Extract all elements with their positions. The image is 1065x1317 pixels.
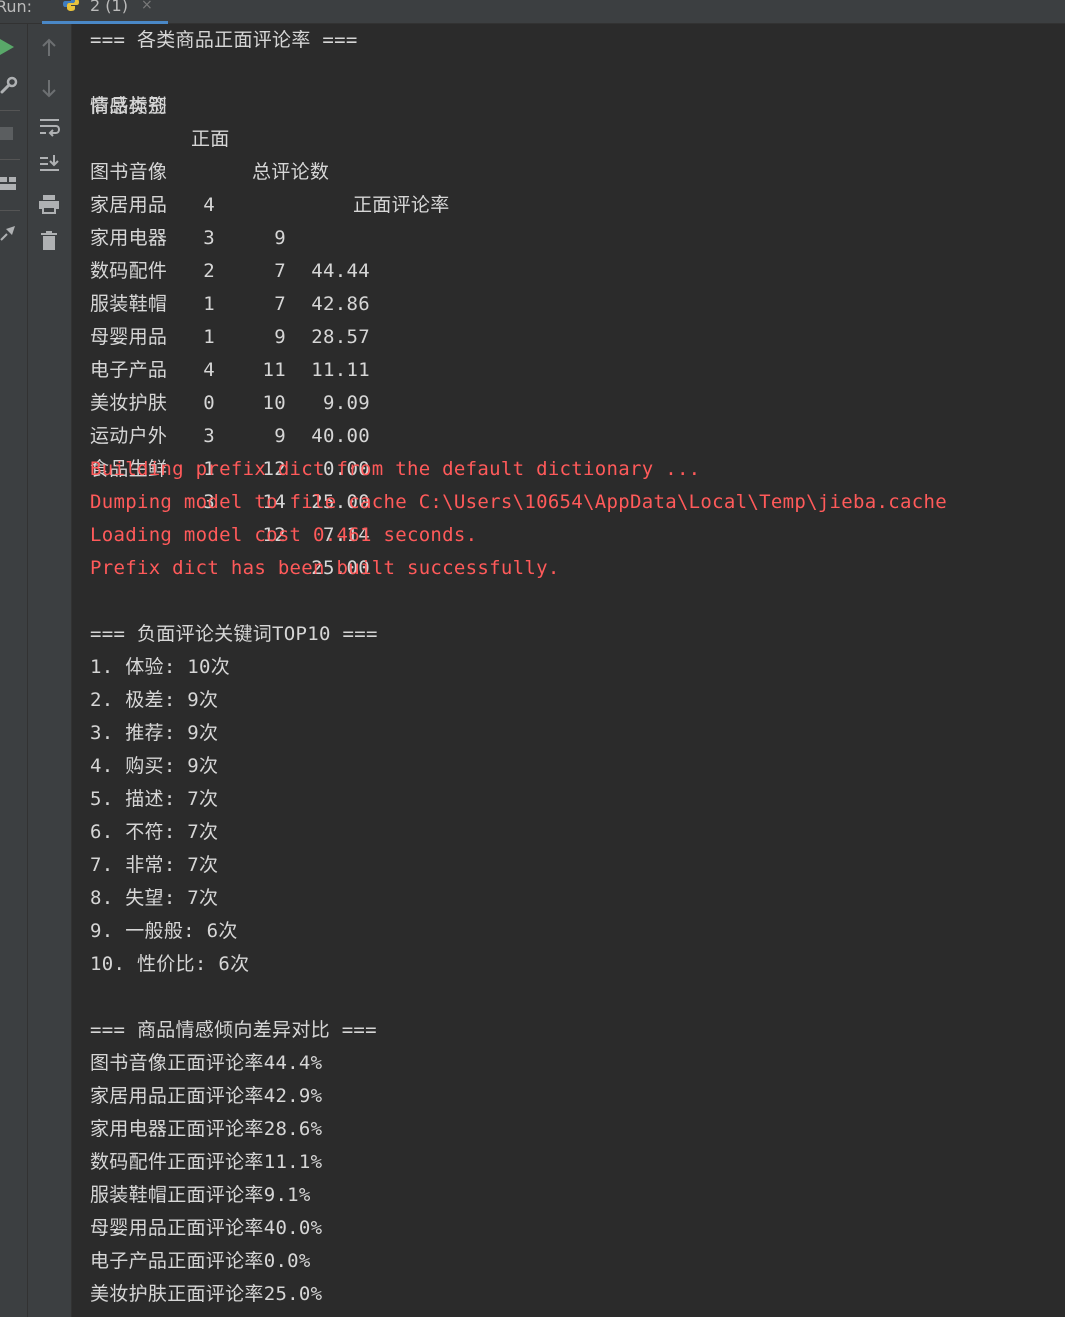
section-title: === 负面评论关键词TOP10 === [90,623,378,645]
list-item: 2. 极差: 9次 [90,689,219,711]
table-row: 电子产品 0 9 0.00 [90,321,490,480]
pin-icon[interactable] [0,223,18,241]
toolbar-separator [0,110,20,111]
print-icon[interactable] [38,194,60,214]
table-row: 食品生鲜 3 12 25.00 [90,420,490,579]
run-label: Run: [0,0,33,16]
console-output[interactable]: === 各类商品正面评论率 === 情感标签 正面 总评论数 正面评论率 商品类… [72,24,1065,1317]
list-item: 电子产品正面评论率0.0% [90,1250,311,1272]
python-icon [63,0,79,11]
list-item: 数码配件正面评论率11.1% [90,1151,323,1173]
toolbar-separator [0,210,20,211]
table-row: 服装鞋帽 1 11 9.09 [90,255,490,414]
list-item: 5. 描述: 7次 [90,788,219,810]
table-row: 家居用品 3 7 42.86 [90,156,490,315]
toolbar-separator [0,159,20,160]
list-item: 6. 不符: 7次 [90,821,219,843]
table-row: 家用电器 2 7 28.57 [90,189,490,348]
layout-icon[interactable] [0,176,16,192]
arrow-up-icon[interactable] [41,38,57,58]
close-icon[interactable]: × [141,0,153,13]
list-item: 8. 失望: 7次 [90,887,219,909]
stderr-line: Loading model cost 0.461 seconds. [90,524,478,546]
stderr-line: Prefix dict has been built successfully. [90,557,560,579]
list-item: 家居用品正面评论率42.9% [90,1085,323,1107]
list-item: 3. 推荐: 9次 [90,722,219,744]
run-toolbar-left [0,24,28,1317]
run-tool-window-header: Run: 2 (1) × [0,0,1065,24]
section-title: === 各类商品正面评论率 === [90,29,358,51]
table-row: 运动户外 1 14 7.14 [90,387,490,546]
list-item: 母婴用品正面评论率40.0% [90,1217,323,1239]
table-row: 美妆护肤 3 12 25.00 [90,354,490,513]
list-item: 4. 购买: 9次 [90,755,219,777]
trash-icon[interactable] [41,231,57,251]
table-row: 母婴用品 4 10 40.00 [90,288,490,447]
run-tab[interactable]: 2 (1) × [42,0,168,24]
list-item: 10. 性价比: 6次 [90,953,250,975]
list-item: 1. 体验: 10次 [90,656,231,678]
run-icon[interactable] [0,38,16,56]
list-item: 服装鞋帽正面评论率9.1% [90,1184,311,1206]
table-row: 数码配件 1 9 11.11 [90,222,490,381]
table-row: 图书音像 4 9 44.44 [90,123,490,282]
list-item: 图书音像正面评论率44.4% [90,1052,323,1074]
stop-icon[interactable] [0,127,14,141]
arrow-down-icon[interactable] [41,78,57,98]
list-item: 美妆护肤正面评论率25.0% [90,1283,323,1305]
section-title: === 商品情感倾向差异对比 === [90,1019,377,1041]
soft-wrap-icon[interactable] [39,117,61,137]
stderr-line: Dumping model to file cache C:\Users\106… [90,491,947,513]
wrench-icon[interactable] [0,76,18,94]
index-label: 商品类别 [90,95,168,117]
stderr-line: Building prefix dict from the default di… [90,458,701,480]
list-item: 9. 一般般: 6次 [90,920,238,942]
list-item: 7. 非常: 7次 [90,854,219,876]
run-toolbar-right [28,24,72,1317]
tab-title: 2 (1) [90,0,128,15]
scroll-to-end-icon[interactable] [39,154,61,174]
list-item: 家用电器正面评论率28.6% [90,1118,323,1140]
table-header: 情感标签 正面 总评论数 正面评论率 [90,57,590,216]
